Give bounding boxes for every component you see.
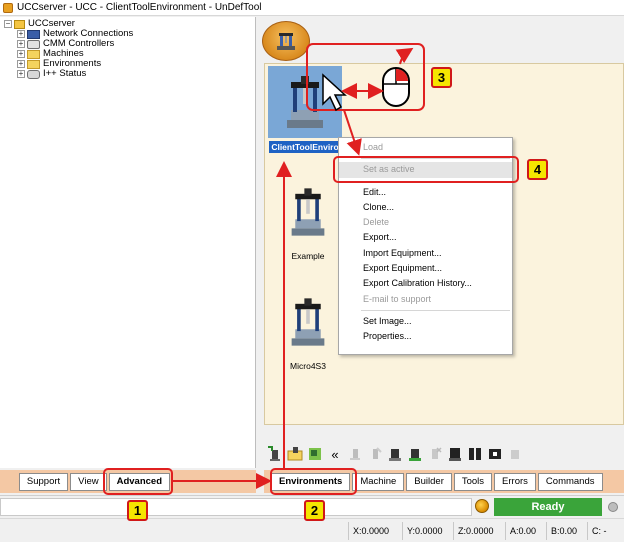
callout-2: 2 [304, 500, 325, 521]
title-bar: UCCserver - UCC - ClientToolEnvironment … [0, 0, 624, 16]
environment-label: Example [291, 251, 325, 261]
status-ready: Ready [494, 498, 602, 516]
expand-icon[interactable]: + [17, 60, 25, 68]
menu-item-import-equipment[interactable]: Import Equipment... [339, 246, 512, 261]
expand-icon[interactable]: + [17, 30, 25, 38]
connection-indicator-icon [608, 502, 618, 512]
collapse-toolbar-icon[interactable]: « [326, 445, 344, 463]
machine-config-icon[interactable] [446, 445, 464, 463]
tab-builder[interactable]: Builder [406, 473, 452, 491]
left-tab-strip: Support View Advanced [0, 470, 256, 493]
menu-item-delete[interactable]: Delete [339, 215, 512, 230]
tab-machine[interactable]: Machine [352, 473, 405, 491]
tree-item-network-connections[interactable]: + Network Connections [4, 29, 255, 39]
callout-4: 4 [527, 159, 548, 180]
cmm-machine-icon[interactable] [268, 66, 342, 138]
window-title: UCCserver - UCC - ClientToolEnvironment … [17, 2, 262, 13]
coord-a: A:0.00 [505, 522, 536, 540]
menu-separator [361, 180, 510, 182]
open-folder-icon[interactable] [286, 445, 304, 463]
environment-label: ClientToolEnviro [269, 141, 341, 153]
menu-separator [361, 309, 510, 311]
machine-badge-icon [262, 21, 310, 61]
expand-icon[interactable]: + [17, 70, 25, 78]
tree-item-cmm-controllers[interactable]: + CMM Controllers [4, 39, 255, 49]
callout-1: 1 [127, 500, 148, 521]
coord-c: C: - [587, 522, 607, 540]
menu-item-export-equipment[interactable]: Export Equipment... [339, 261, 512, 276]
app-icon [3, 2, 13, 13]
folder-icon [27, 59, 40, 69]
menu-item-export-calibration-history[interactable]: Export Calibration History... [339, 276, 512, 291]
cmm-machine-icon[interactable] [286, 176, 330, 248]
menu-item-export[interactable]: Export... [339, 230, 512, 245]
machine-compare-icon[interactable] [466, 445, 484, 463]
menu-item-edit[interactable]: Edit... [339, 185, 512, 200]
machine-copy-icon[interactable] [486, 445, 504, 463]
new-environment-icon[interactable] [266, 445, 284, 463]
menu-item-email-support[interactable]: E-mail to support [339, 292, 512, 307]
server-icon [14, 19, 25, 29]
tab-environments[interactable]: Environments [271, 473, 351, 491]
environment-label: Micro4S3 [290, 361, 326, 371]
tree-item-environments[interactable]: + Environments [4, 59, 255, 69]
collapse-icon[interactable]: − [4, 20, 12, 28]
menu-item-set-as-active[interactable]: Set as active [339, 162, 512, 178]
machine-tool-icon[interactable] [386, 445, 404, 463]
disabled-tool-icon[interactable] [346, 445, 364, 463]
context-menu: Load Set as active Edit... Clone... Dele… [338, 137, 513, 355]
tree-item-ipp-status[interactable]: + I++ Status [4, 69, 255, 79]
expand-icon[interactable]: + [17, 40, 25, 48]
tab-commands[interactable]: Commands [537, 473, 603, 491]
disabled-edit-icon[interactable] [366, 445, 384, 463]
tab-errors[interactable]: Errors [494, 473, 536, 491]
server-tree: − UCCserver + Network Connections + CMM … [0, 17, 255, 79]
menu-item-clone[interactable]: Clone... [339, 200, 512, 215]
right-tab-strip: Environments Machine Builder Tools Error… [264, 470, 624, 493]
expand-icon[interactable]: + [17, 50, 25, 58]
menu-item-load[interactable]: Load [339, 140, 512, 155]
menu-item-set-image[interactable]: Set Image... [339, 314, 512, 329]
environment-item-example[interactable]: Example [286, 176, 330, 261]
coord-b: B:0.00 [546, 522, 577, 540]
coord-x: X:0.0000 [348, 522, 389, 540]
controller-icon [27, 39, 40, 49]
folder-icon [27, 49, 40, 59]
menu-separator [361, 158, 510, 160]
network-icon [27, 29, 40, 39]
disabled-remove-icon[interactable] [426, 445, 444, 463]
tab-advanced[interactable]: Advanced [108, 473, 170, 491]
add-environment-icon[interactable] [306, 445, 324, 463]
disabled-share-icon[interactable] [506, 445, 524, 463]
cmm-machine-icon[interactable] [286, 286, 330, 358]
tree-pane: − UCCserver + Network Connections + CMM … [0, 17, 256, 468]
status-message-box [0, 498, 472, 516]
environment-item-clienttool[interactable]: ClientToolEnviro [268, 66, 342, 153]
machine-add-icon[interactable] [406, 445, 424, 463]
status-light-icon [475, 499, 489, 513]
tree-item-label: I++ Status [43, 68, 87, 79]
menu-item-properties[interactable]: Properties... [339, 329, 512, 344]
tab-tools[interactable]: Tools [453, 473, 493, 491]
status-icon [27, 69, 40, 79]
environment-item-micro4s3[interactable]: Micro4S3 [286, 286, 330, 371]
callout-3: 3 [431, 67, 452, 88]
coordinate-bar: X:0.0000 Y:0.0000 Z:0.0000 A:0.00 B:0.00… [0, 518, 624, 542]
tree-item-machines[interactable]: + Machines [4, 49, 255, 59]
tab-support[interactable]: Support [18, 473, 69, 491]
tab-view[interactable]: View [70, 473, 107, 491]
environment-toolbar: « [263, 440, 624, 468]
coord-y: Y:0.0000 [402, 522, 443, 540]
coord-z: Z:0.0000 [453, 522, 494, 540]
